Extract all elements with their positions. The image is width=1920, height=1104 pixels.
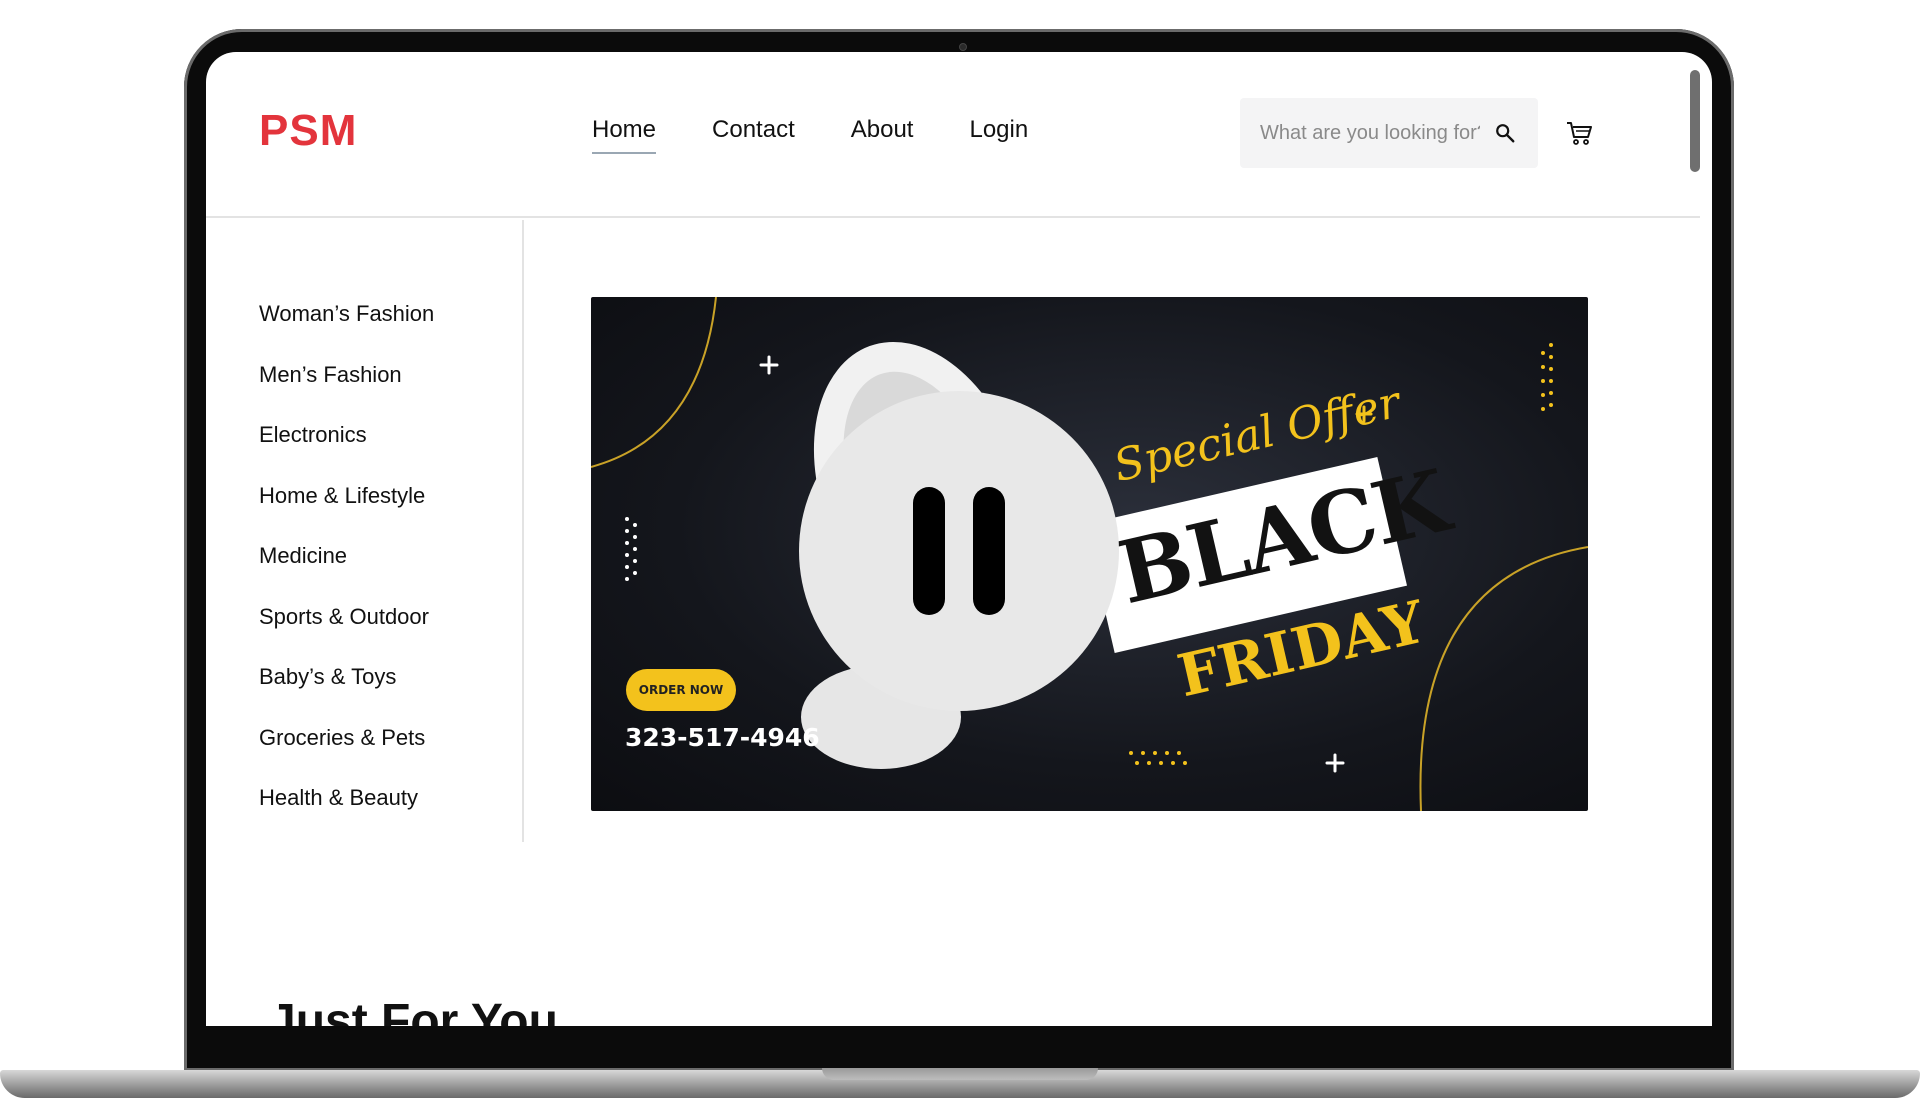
banner-phone: 323-517-4946	[625, 723, 820, 752]
category-sidebar: Woman’s Fashion Men’s Fashion Electronic…	[206, 220, 524, 842]
scrollbar-track[interactable]	[1690, 70, 1702, 1026]
category-groceries-pets[interactable]: Groceries & Pets	[259, 724, 434, 785]
main-nav: Home Contact About Login	[592, 116, 1028, 154]
logo[interactable]: PSM	[259, 106, 357, 156]
nav-contact[interactable]: Contact	[712, 116, 795, 150]
laptop-base-notch	[822, 1068, 1098, 1080]
category-medicine[interactable]: Medicine	[259, 542, 434, 603]
nav-login[interactable]: Login	[969, 116, 1028, 150]
section-title-just-for-you: Just For You	[269, 995, 558, 1026]
scrollbar-thumb[interactable]	[1690, 70, 1700, 172]
category-electronics[interactable]: Electronics	[259, 421, 434, 482]
order-now-button[interactable]: ORDER NOW	[626, 669, 736, 711]
nav-home[interactable]: Home	[592, 116, 657, 154]
search-icon[interactable]	[1494, 122, 1516, 144]
pause-icon	[913, 487, 945, 615]
cart-icon[interactable]	[1564, 118, 1594, 148]
camera-dot	[959, 43, 967, 51]
promo-banner[interactable]: Special Offer BLACK FRIDAY ORDER NOW 323…	[591, 297, 1588, 811]
category-mens-fashion[interactable]: Men’s Fashion	[259, 361, 434, 422]
search-input[interactable]	[1260, 121, 1480, 145]
nav-about[interactable]: About	[851, 116, 914, 150]
category-health-beauty[interactable]: Health & Beauty	[259, 784, 434, 845]
site-header: PSM Home Contact About Login	[206, 52, 1700, 218]
search-box	[1240, 98, 1538, 168]
browser-screen: PSM Home Contact About Login Woman’s Fas…	[206, 52, 1712, 1026]
pause-button[interactable]	[799, 391, 1119, 711]
category-womans-fashion[interactable]: Woman’s Fashion	[259, 300, 434, 361]
category-list: Woman’s Fashion Men’s Fashion Electronic…	[259, 300, 434, 845]
pause-icon-bar	[973, 487, 1005, 615]
category-home-lifestyle[interactable]: Home & Lifestyle	[259, 482, 434, 543]
category-babys-toys[interactable]: Baby’s & Toys	[259, 663, 434, 724]
category-sports-outdoor[interactable]: Sports & Outdoor	[259, 603, 434, 664]
